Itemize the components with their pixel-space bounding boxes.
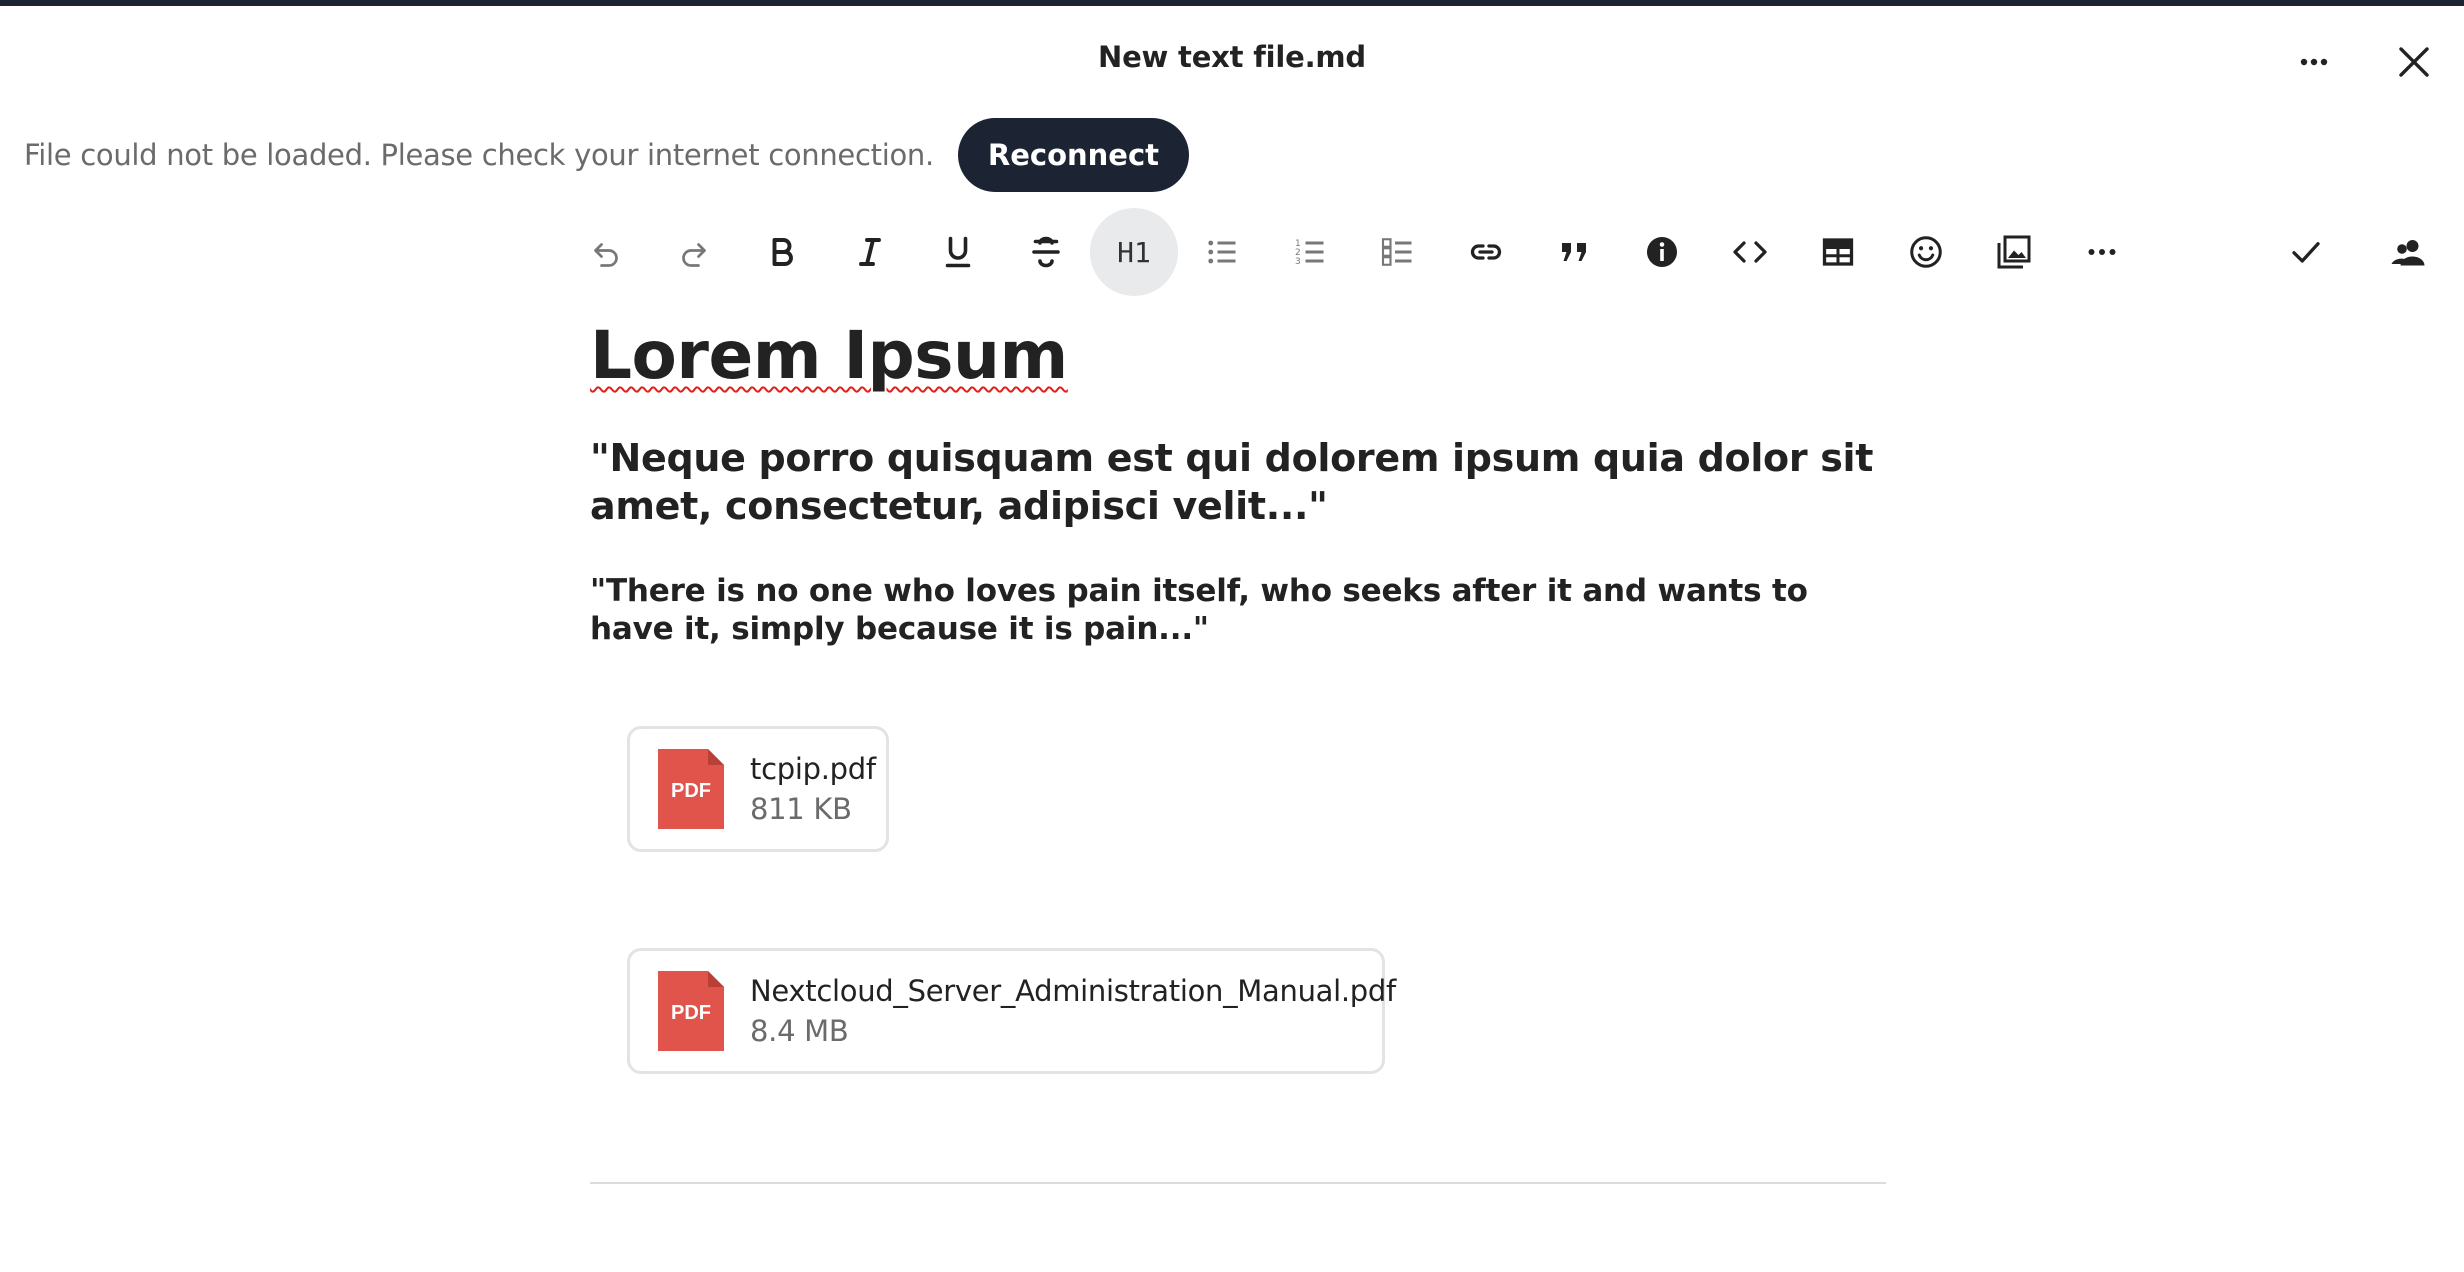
link-button[interactable] — [1442, 208, 1530, 296]
english-quote-paragraph[interactable]: "There is no one who loves pain itself, … — [590, 572, 1890, 648]
save-status-button[interactable] — [2262, 208, 2350, 296]
attachment-info: Nextcloud_Server_Administration_Manual.p… — [750, 971, 1396, 1051]
horizontal-rule — [590, 1182, 1886, 1184]
redo-icon — [682, 243, 706, 267]
checklist-icon — [1381, 238, 1412, 266]
collaborators-button[interactable] — [2364, 208, 2452, 296]
attachment-card[interactable]: PDF Nextcloud_Server_Administration_Manu… — [627, 948, 1396, 1074]
document-editor[interactable]: Lorem Ipsum "Neque porro quisquam est qu… — [590, 310, 1890, 648]
document-heading[interactable]: Lorem Ipsum — [590, 310, 1890, 402]
more-formatting-icon — [2088, 249, 2116, 255]
bullet-list-icon — [1208, 240, 1236, 264]
pdf-file-icon: PDF — [658, 971, 724, 1051]
insert-image-icon — [1997, 235, 2031, 269]
collaborators-icon — [2391, 240, 2425, 266]
callout-button[interactable] — [1618, 208, 1706, 296]
heading-button[interactable]: H1 — [1090, 208, 1178, 296]
document-title: New text file.md — [1098, 40, 1366, 74]
bold-button[interactable] — [738, 208, 826, 296]
close-button[interactable] — [2382, 30, 2446, 94]
callout-info-icon — [1647, 237, 1677, 267]
italic-icon — [859, 238, 881, 266]
title-bar: New text file.md — [0, 6, 2464, 106]
svg-text:3: 3 — [1295, 257, 1301, 267]
heading-icon: H1 — [1117, 235, 1151, 269]
undo-button[interactable] — [562, 208, 650, 296]
more-horizontal-icon — [2300, 58, 2328, 66]
underline-button[interactable] — [914, 208, 1002, 296]
code-block-button[interactable] — [1706, 208, 1794, 296]
more-formatting-button[interactable] — [2058, 208, 2146, 296]
saved-check-icon — [2292, 242, 2320, 263]
table-button[interactable] — [1794, 208, 1882, 296]
connection-error-bar: File could not be loaded. Please check y… — [24, 117, 1190, 192]
italic-button[interactable] — [826, 208, 914, 296]
numbered-list-icon: 123 — [1295, 239, 1324, 267]
bold-icon — [772, 238, 793, 266]
numbered-list-button[interactable]: 123 — [1266, 208, 1354, 296]
emoji-icon — [1910, 236, 1942, 268]
pdf-icon-label: PDF — [671, 780, 711, 802]
bullet-list-button[interactable] — [1178, 208, 1266, 296]
code-block-icon — [1733, 241, 1767, 263]
underline-icon — [945, 236, 971, 268]
attachment-name: tcpip.pdf — [750, 752, 876, 786]
connection-error-message: File could not be loaded. Please check y… — [24, 137, 934, 172]
close-icon — [2399, 47, 2429, 77]
reconnect-button[interactable]: Reconnect — [957, 117, 1190, 192]
attachment-size: 811 KB — [750, 792, 852, 826]
undo-icon — [594, 243, 618, 267]
blockquote-icon — [1562, 243, 1586, 261]
strikethrough-button[interactable] — [1002, 208, 1090, 296]
attachment-info: tcpip.pdf 811 KB — [750, 749, 876, 829]
attachment-name: Nextcloud_Server_Administration_Manual.p… — [750, 974, 1396, 1008]
pdf-file-icon: PDF — [658, 749, 724, 829]
link-icon — [1470, 244, 1502, 260]
strikethrough-icon — [1032, 236, 1060, 268]
pdf-icon-label: PDF — [671, 1002, 711, 1024]
emoji-button[interactable] — [1882, 208, 1970, 296]
redo-button[interactable] — [650, 208, 738, 296]
checklist-button[interactable] — [1354, 208, 1442, 296]
latin-quote-paragraph[interactable]: "Neque porro quisquam est qui dolorem ip… — [590, 434, 1890, 530]
attachment-card[interactable]: PDF tcpip.pdf 811 KB — [627, 726, 889, 852]
formatting-toolbar: H1 123 — [0, 208, 2464, 296]
attachment-size: 8.4 MB — [750, 1014, 849, 1048]
blockquote-button[interactable] — [1530, 208, 1618, 296]
more-actions-button[interactable] — [2282, 30, 2346, 94]
insert-image-button[interactable] — [1970, 208, 2058, 296]
table-icon — [1822, 238, 1854, 266]
